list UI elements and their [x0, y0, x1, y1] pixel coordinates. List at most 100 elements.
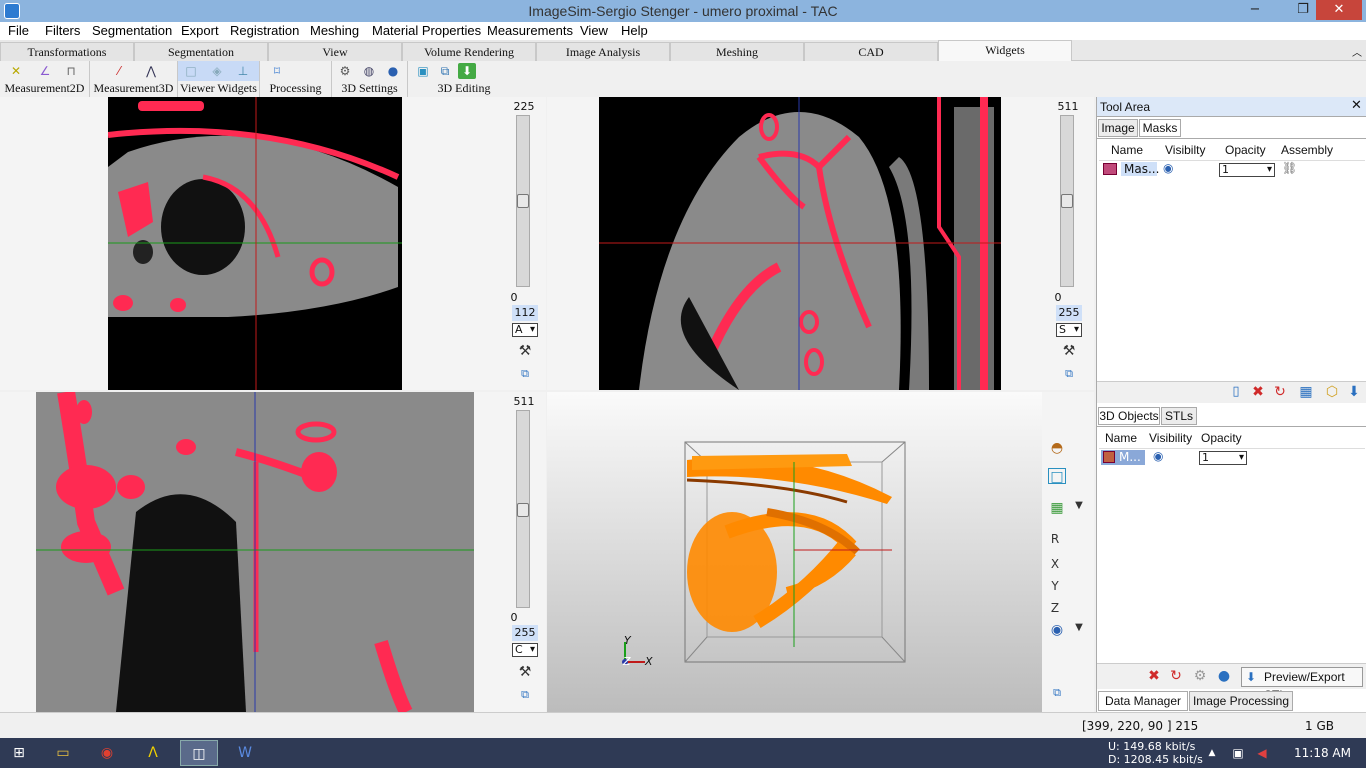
tab-meshing[interactable]: Meshing [670, 42, 804, 61]
close-button[interactable]: ✕ [1316, 0, 1362, 20]
menu-registration[interactable]: Registration [230, 23, 299, 38]
select-box-icon[interactable]: ▣ [414, 63, 432, 79]
download-icon[interactable]: ⬇ [1345, 384, 1363, 400]
3d-viewport[interactable]: Y Z X [547, 392, 1042, 712]
select-box-icon[interactable]: □ [1048, 468, 1066, 485]
axial-orientation-select[interactable]: A [512, 323, 538, 337]
close-icon[interactable]: ✕ [1351, 98, 1362, 113]
slider-thumb[interactable] [517, 503, 529, 517]
line3d-icon[interactable]: ⁄ [110, 63, 128, 79]
menu-help[interactable]: Help [621, 23, 648, 38]
app-a-icon[interactable]: Λ [134, 740, 172, 766]
eye-icon[interactable]: ◉ [1153, 449, 1163, 463]
detach-icon[interactable]: ⧉ [516, 688, 534, 704]
tab-masks[interactable]: Masks [1139, 119, 1181, 137]
view-x-button[interactable]: X [1046, 557, 1064, 573]
tools-icon[interactable]: ⚒ [516, 664, 534, 680]
imagesim-taskbar-icon[interactable]: ◫ [180, 740, 218, 766]
view-z-button[interactable]: Z [1046, 601, 1064, 617]
tab-stls[interactable]: STLs [1161, 407, 1197, 425]
tab-volume-rendering[interactable]: Volume Rendering [402, 42, 536, 61]
tab-image-processing[interactable]: Image Processing [1189, 691, 1293, 711]
menu-measurements[interactable]: Measurements [487, 23, 573, 38]
gears-icon[interactable]: ⚙ [1191, 668, 1209, 684]
new-mask-icon[interactable]: ▯ [1227, 384, 1245, 400]
crop-icon[interactable]: ⌑ [268, 63, 286, 79]
axial-slice-spinbox[interactable]: 112 [512, 305, 538, 321]
settings-gears-icon[interactable]: ⚙ [336, 63, 354, 79]
coronal-viewport[interactable] [0, 392, 510, 712]
sagittal-slice-slider[interactable] [1060, 115, 1074, 287]
tab-image-analysis[interactable]: Image Analysis [536, 42, 670, 61]
chevron-down-icon[interactable]: ▼ [1070, 622, 1088, 638]
menu-filters[interactable]: Filters [45, 23, 80, 38]
tab-view[interactable]: View [268, 42, 402, 61]
chevron-down-icon[interactable]: ▼ [1070, 500, 1088, 516]
table-row[interactable]: Mas... ◉ 1 ⛓ [1099, 160, 1365, 178]
copy-mesh-icon[interactable]: ⧉ [436, 63, 454, 79]
orientation-cube-icon[interactable]: ▦ [1048, 500, 1066, 516]
tools-icon[interactable]: ⚒ [1060, 343, 1078, 359]
coronal-slice-spinbox[interactable]: 255 [512, 625, 538, 641]
chevron-up-icon[interactable]: ▲ [1204, 740, 1220, 766]
chrome-icon[interactable]: ◉ [88, 740, 126, 766]
menu-material-properties[interactable]: Material Properties [372, 23, 481, 38]
caliper-icon[interactable]: ⊓ [62, 63, 80, 79]
object-color-swatch[interactable] [1103, 451, 1115, 463]
menu-meshing[interactable]: Meshing [310, 23, 359, 38]
link-icon[interactable]: ⛓ [1282, 161, 1297, 175]
angle-icon[interactable]: ∠ [36, 63, 54, 79]
coronal-orientation-select[interactable]: C [512, 643, 538, 657]
tab-segmentation[interactable]: Segmentation [134, 42, 268, 61]
sagittal-viewport[interactable] [547, 97, 1054, 390]
speaker-muted-icon[interactable]: ◀ [1252, 740, 1272, 766]
clock[interactable]: 11:18 AM [1294, 746, 1351, 760]
mask-opacity-select[interactable]: 1 [1219, 163, 1275, 177]
sagittal-slice-spinbox[interactable]: 255 [1056, 305, 1082, 321]
collapse-ribbon-icon[interactable]: ︿ [1352, 44, 1362, 59]
word-icon[interactable]: W [226, 740, 264, 766]
sphere-grid-icon[interactable]: ◍ [360, 63, 378, 79]
menu-export[interactable]: Export [181, 23, 219, 38]
mesh-generate-icon[interactable]: ▦ [1297, 384, 1315, 400]
drop-icon[interactable]: ● [1215, 668, 1233, 684]
tab-image[interactable]: Image [1098, 119, 1138, 137]
tab-cad[interactable]: CAD [804, 42, 938, 61]
preview-export-stl-button[interactable]: ⬇ Preview/Export STL [1241, 667, 1363, 702]
windows-start-icon[interactable]: ⊞ [0, 740, 38, 766]
detach-icon[interactable]: ⧉ [516, 367, 534, 383]
eye-icon[interactable]: ◉ [1048, 622, 1066, 638]
widget-box-icon[interactable]: □ [182, 63, 200, 79]
slider-thumb[interactable] [517, 194, 529, 208]
sagittal-image[interactable] [599, 97, 1001, 390]
coronal-slice-slider[interactable] [516, 410, 530, 608]
widget-axes-icon[interactable]: ⊥ [234, 63, 252, 79]
refresh-icon[interactable]: ↻ [1167, 668, 1185, 684]
table-row[interactable]: M... ◉ 1 [1099, 448, 1365, 466]
delete-icon[interactable]: ✖ [1145, 668, 1163, 684]
view-y-button[interactable]: Y [1046, 579, 1064, 595]
eye-icon[interactable]: ◉ [1163, 161, 1173, 175]
slider-thumb[interactable] [1061, 194, 1073, 208]
detach-icon[interactable]: ⧉ [1060, 367, 1078, 383]
ruler-icon[interactable]: ✕ [7, 63, 25, 79]
axial-image[interactable] [108, 97, 402, 390]
network-icon[interactable]: ▣ [1228, 740, 1248, 766]
sagittal-orientation-select[interactable]: S [1056, 323, 1082, 337]
file-explorer-icon[interactable]: ▭ [44, 740, 82, 766]
reset-view-button[interactable]: R [1046, 532, 1064, 548]
object-name[interactable]: M... [1119, 450, 1141, 464]
axial-viewport[interactable] [0, 97, 510, 390]
menu-view[interactable]: View [580, 23, 608, 38]
delete-icon[interactable]: ✖ [1249, 384, 1267, 400]
object-opacity-select[interactable]: 1 [1199, 451, 1247, 465]
tab-widgets[interactable]: Widgets [938, 40, 1072, 61]
restore-button[interactable]: ❐ [1288, 0, 1318, 20]
add-object-icon[interactable]: ⬡ [1323, 384, 1341, 400]
tab-3d-objects[interactable]: 3D Objects [1098, 407, 1160, 425]
menu-file[interactable]: File [8, 23, 29, 38]
menu-segmentation[interactable]: Segmentation [92, 23, 172, 38]
point3d-icon[interactable]: ⋀ [142, 63, 160, 79]
tab-transformations[interactable]: Transformations [0, 42, 134, 61]
mask-name[interactable]: Mas... [1121, 162, 1159, 176]
